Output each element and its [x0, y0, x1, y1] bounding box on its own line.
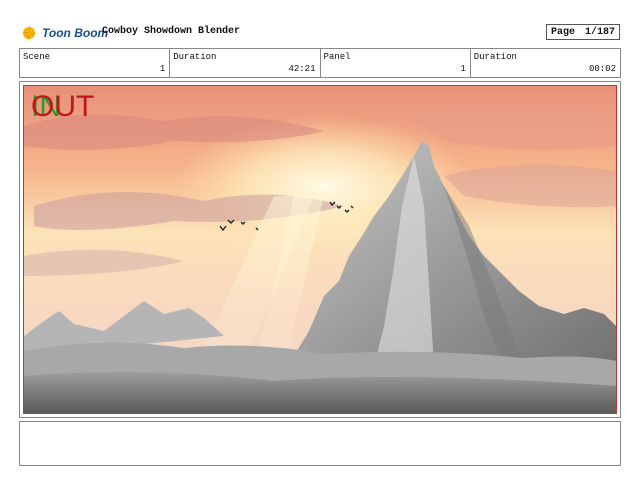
scene-duration-label: Duration — [173, 52, 217, 62]
panel-image[interactable]: IN OUT — [23, 85, 617, 414]
panel-duration-value: 00:02 — [588, 64, 616, 74]
toon-boom-logo: Toon Boom — [20, 22, 108, 44]
scene-duration-value: 42:21 — [288, 64, 316, 74]
scene-duration-cell: Duration 42:21 — [170, 49, 321, 77]
panel-frame: IN OUT — [19, 81, 621, 418]
scene-value: 1 — [159, 64, 166, 74]
project-title: Cowboy Showdown Blender — [102, 26, 241, 37]
page-value: 1/187 — [584, 27, 615, 38]
toon-boom-logo-icon — [21, 24, 37, 42]
panel-duration-cell: Duration 00:02 — [471, 49, 620, 77]
panel-label: Panel — [323, 52, 351, 62]
scene-cell: Scene 1 — [20, 49, 171, 77]
panel-cell: Panel 1 — [321, 49, 471, 77]
page-label: Page — [551, 27, 576, 38]
notes-box[interactable] — [19, 421, 621, 466]
out-marker: OUT — [31, 90, 95, 123]
page-indicator: Page 1/187 — [546, 24, 620, 40]
logo-text: Toon Boom — [42, 26, 109, 40]
panel-info-row: Scene 1 Duration 42:21 Panel 1 Duration … — [19, 48, 621, 78]
scene-label: Scene — [23, 52, 51, 62]
storyboard-header: Toon Boom Cowboy Showdown Blender Page 1… — [20, 22, 620, 44]
mountain-landscape-image — [24, 86, 616, 413]
panel-value: 1 — [460, 64, 466, 74]
panel-duration-label: Duration — [473, 52, 517, 62]
